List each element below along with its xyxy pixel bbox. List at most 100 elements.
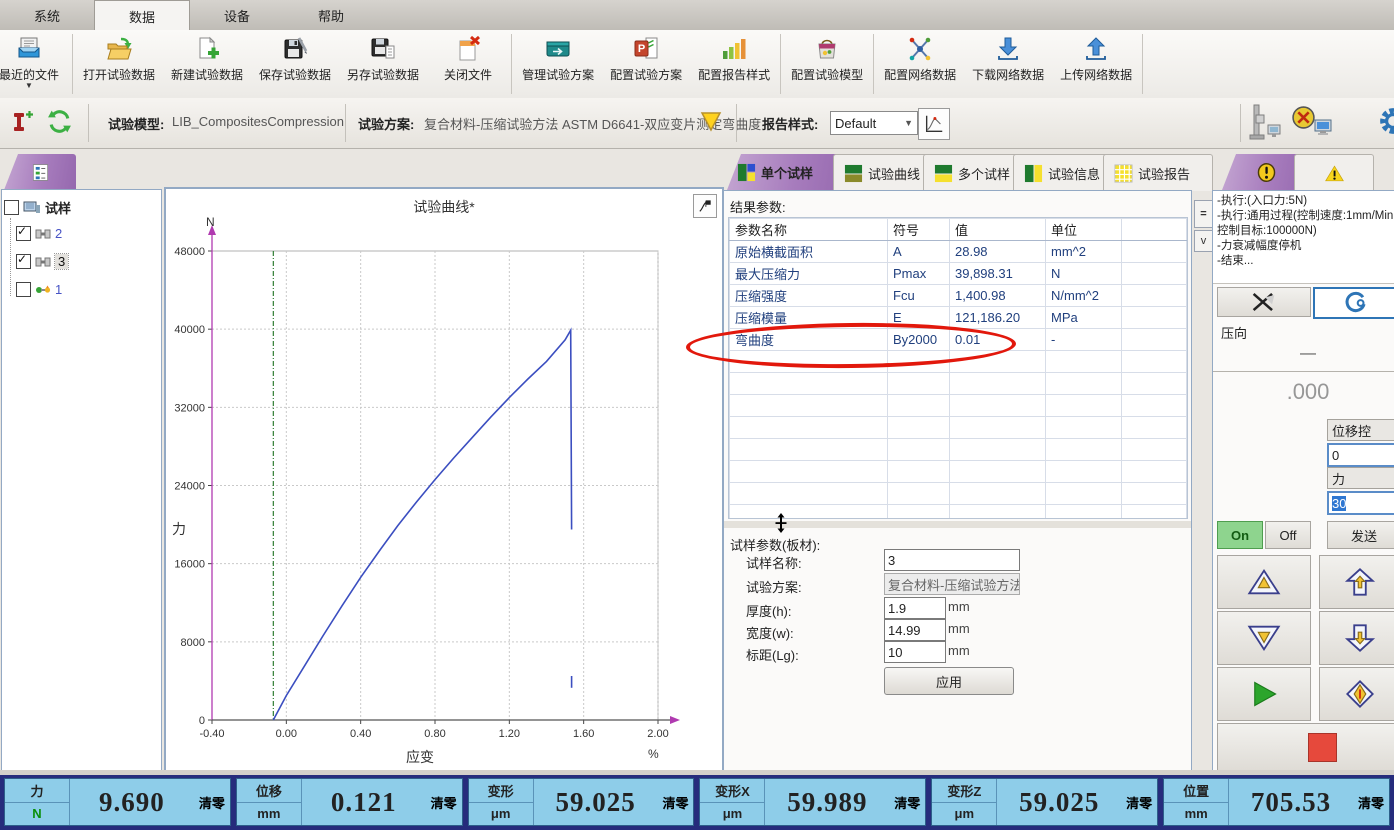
svg-text:32000: 32000 [174,402,205,414]
status-deformation-z: 变形Zμm 59.025 清零 [931,778,1158,826]
status-bar: 力N 9.690 清零 位移mm 0.121 清零 变形μm 59.025 清零… [0,770,1394,830]
download-network-label: 下载网络数据 [972,66,1044,83]
table-row[interactable]: 原始横截面积A28.98mm^2 [730,241,1187,263]
test-machine-icon[interactable] [1248,103,1284,143]
clear-button[interactable]: 清零 [889,793,925,812]
splitter-collapse-button[interactable]: = [1194,200,1213,228]
apply-button[interactable]: 应用 [884,667,1014,695]
clear-button[interactable]: 清零 [194,793,230,812]
return-button[interactable] [1319,667,1394,721]
menu-tab-help[interactable]: 帮助 [284,0,378,30]
menu-tab-device[interactable]: 设备 [190,0,284,30]
new-test-data-button[interactable]: 新建试验数据 [163,30,251,98]
abort-button[interactable] [1217,287,1311,317]
checkbox[interactable] [16,226,31,241]
chart-tool-button[interactable] [693,194,717,218]
col-symbol: 符号 [888,219,950,241]
clear-button[interactable]: 清零 [1353,793,1389,812]
on-button[interactable]: On [1217,521,1263,549]
width-input[interactable]: 14.99 [884,619,946,641]
results-table-container[interactable]: 参数名称 符号 值 单位 原始横截面积A28.98mm^2 最大压缩力Pmax3… [728,217,1188,519]
chart-flag-icon [698,199,712,213]
refresh-icon[interactable] [46,108,73,135]
close-file-icon [454,35,482,63]
width-label: 宽度(w): [746,623,794,642]
displacement-input[interactable]: 0 [1327,443,1394,467]
start-test-button[interactable] [1217,667,1311,721]
ribbon-toolbar: 最近的文件 ▼ 打开试验数据 新建试验数据 保存试验数据 另存试验数据 关闭文件… [0,30,1394,99]
menu-tab-system[interactable]: 系统 [0,0,94,30]
table-row[interactable]: 最大压缩力Pmax39,898.31N [730,263,1187,285]
log-line: -执行:(入口力:5N) [1217,194,1394,209]
close-file-button[interactable]: 关闭文件 [427,30,509,98]
manage-scheme-button[interactable]: 管理试验方案 [514,30,602,98]
table-empty-row [730,351,1187,373]
report-style-button[interactable]: 配置报告样式 [690,30,778,98]
table-row[interactable]: 压缩强度Fcu1,400.98N/mm^2 [730,285,1187,307]
channel-name: 变形 [469,779,533,803]
save-test-data-label: 保存试验数据 [259,66,331,83]
send-button[interactable]: 发送 [1327,521,1394,549]
channel-value: 9.690 [70,779,194,825]
channel-value: 0.121 [302,779,426,825]
tree-panel-tab[interactable] [4,154,76,190]
tree-root-row[interactable]: 试样 [4,198,71,217]
open-test-data-button[interactable]: 打开试验数据 [75,30,163,98]
fast-down-button[interactable] [1217,611,1311,665]
configure-model-button[interactable]: 配置试验模型 [783,30,871,98]
clear-button[interactable]: 清零 [657,793,693,812]
download-network-button[interactable]: 下载网络数据 [964,30,1052,98]
control-warning-tab[interactable] [1294,154,1374,191]
splitter-scroll-down-button[interactable]: v [1194,230,1213,252]
checkbox[interactable] [16,282,31,297]
stop-button[interactable] [1217,723,1394,771]
checkbox[interactable] [4,200,19,215]
fast-up-button[interactable] [1217,555,1311,609]
recent-files-button[interactable]: 最近的文件 ▼ [0,30,70,98]
specimen-name-input[interactable]: 3 [884,549,1020,571]
channel-name: 位置 [1164,779,1228,803]
gauge-input[interactable]: 10 [884,641,946,663]
jog-up-button[interactable] [1319,555,1394,609]
configure-network-button[interactable]: 配置网络数据 [876,30,964,98]
force-input[interactable]: 30 [1327,491,1394,515]
configure-scheme-button[interactable]: P 配置试验方案 [602,30,690,98]
menu-tab-data[interactable]: 数据 [94,0,190,30]
ribbon-separator [780,34,781,94]
svg-text:0.00: 0.00 [276,728,297,740]
report-preview-button[interactable] [918,108,950,140]
connect-button[interactable] [1313,287,1394,319]
single-specimen-tab-icon [737,163,756,182]
report-style-combo[interactable]: Default ▼ [830,111,918,135]
tab-test-report[interactable]: 试验报告 [1103,154,1213,191]
save-as-test-data-button[interactable]: 另存试验数据 [339,30,427,98]
splitter-cursor-icon [774,513,788,533]
filter-triangle-icon[interactable] [699,109,723,133]
col-value: 值 [950,219,1046,241]
save-test-data-button[interactable]: 保存试验数据 [251,30,339,98]
svg-text:0: 0 [199,715,205,727]
execution-log[interactable]: -执行:(入口力:5N) -执行:通用过程(控制速度:1mm/Min 控制目标:… [1213,191,1394,284]
dropdown-caret-icon: ▼ [25,83,33,89]
jog-down-button[interactable] [1319,611,1394,665]
tree-item-2[interactable]: 2 [16,226,62,241]
table-empty-row [730,417,1187,439]
off-button[interactable]: Off [1265,521,1311,549]
table-row-bending[interactable]: 弯曲度By20000.01- [730,329,1187,351]
settings-gear-icon[interactable] [1378,106,1394,136]
tree-item-1[interactable]: 1 [16,282,62,297]
tree-root-label: 试样 [45,198,71,217]
clear-button[interactable]: 清零 [1121,793,1157,812]
table-row[interactable]: 压缩模量E121,186.20MPa [730,307,1187,329]
clear-button[interactable]: 清零 [426,793,462,812]
add-specimen-icon[interactable] [10,109,36,135]
checkbox[interactable] [16,254,31,269]
upload-network-button[interactable]: 上传网络数据 [1052,30,1140,98]
tab-label: 试验曲线 [868,164,920,183]
remote-computer-icon[interactable] [1313,118,1335,140]
thickness-input[interactable]: 1.9 [884,597,946,619]
curve-chart-panel: 试验曲线* N 力 -0.400.000.400.801.201.602.000… [164,187,724,776]
horizontal-splitter[interactable] [724,521,1191,528]
tree-item-3[interactable]: 3 [16,254,68,269]
chart-plot[interactable]: -0.400.000.400.801.201.602.0008000160002… [166,189,722,774]
